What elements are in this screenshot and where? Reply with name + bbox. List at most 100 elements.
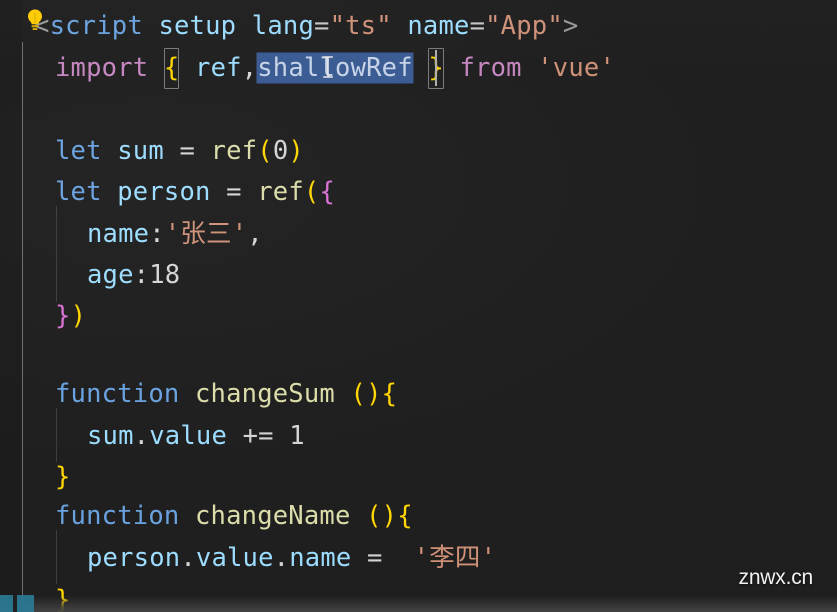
token: function [55, 501, 180, 531]
capture-bottom-band [0, 596, 837, 612]
token: . [273, 543, 290, 573]
token: { [164, 48, 180, 89]
token: "App" [485, 11, 563, 41]
code-line-12[interactable]: } [0, 457, 71, 498]
code-line-8[interactable]: }) [0, 296, 86, 337]
code-line-7[interactable]: age:18 [0, 255, 180, 296]
token: } [55, 301, 71, 331]
token: name [87, 219, 150, 249]
code-line-3[interactable] [0, 90, 55, 131]
token: { [381, 379, 398, 409]
token: () [350, 379, 382, 409]
code-line-2[interactable]: import { ref,shallowRef } from 'vue' [0, 48, 615, 89]
token: sum [87, 421, 134, 451]
token: , [247, 219, 263, 249]
token: += [242, 421, 274, 451]
code-line-11[interactable]: sum.value += 1 [0, 416, 305, 457]
lightbulb-icon[interactable] [24, 8, 46, 34]
token: age [87, 260, 134, 290]
token: = [469, 11, 486, 41]
screenshot-root: <script setup lang="ts" name="App"> impor… [0, 0, 837, 612]
token: { [319, 177, 336, 207]
code-line-13[interactable]: function changeName (){ [0, 496, 413, 537]
token: person [117, 177, 211, 207]
token: '李四' [413, 543, 497, 573]
capture-edge-chip [0, 595, 34, 612]
watermark: znwx.cn [738, 566, 814, 589]
token: name [289, 543, 352, 573]
token: } [55, 462, 71, 492]
code-line-10[interactable]: function changeSum (){ [0, 374, 397, 415]
token: . [133, 421, 150, 451]
token: sum [117, 136, 164, 166]
code-editor[interactable]: <script setup lang="ts" name="App"> impor… [0, 0, 837, 612]
token: lang [251, 11, 314, 41]
token: ) [288, 136, 304, 166]
token: . [180, 543, 196, 573]
token: : [149, 219, 165, 249]
token: ( [303, 177, 320, 207]
token: "ts" [329, 11, 392, 41]
code-line-9[interactable] [0, 337, 55, 378]
text-caret [435, 50, 437, 86]
token: name [407, 11, 470, 41]
token: let [55, 136, 102, 166]
token: '张三' [164, 219, 248, 249]
token: , [241, 53, 258, 83]
token: : [133, 260, 150, 290]
code-line-6[interactable]: name:'张三', [0, 214, 263, 255]
token: ref [210, 136, 258, 166]
token: = [179, 136, 196, 166]
token: setup [158, 11, 237, 41]
token: ( [257, 136, 273, 166]
token: let [55, 177, 102, 207]
token: 18 [149, 260, 181, 290]
token: ref [257, 177, 304, 207]
token: { [397, 501, 413, 531]
token: () [366, 501, 398, 531]
token: function [55, 379, 180, 409]
token: = [367, 543, 383, 573]
token: person [87, 543, 181, 573]
token: value [195, 543, 274, 573]
token: ref [195, 53, 242, 83]
code-line-1[interactable]: <script setup lang="ts" name="App"> [0, 6, 578, 47]
token: ) [70, 301, 87, 331]
token: shallowRef [257, 53, 413, 83]
token: changeName [194, 501, 351, 531]
token: changeSum [194, 379, 335, 409]
token: value [149, 421, 227, 451]
text-cursor-icon [322, 56, 334, 78]
code-line-5[interactable]: let person = ref({ [0, 172, 335, 213]
token: = [226, 177, 242, 207]
token: 1 [289, 421, 305, 451]
token: from [459, 53, 522, 83]
token: script [49, 11, 143, 41]
code-line-14[interactable]: person.value.name = '李四' [0, 538, 496, 579]
code-line-4[interactable]: let sum = ref(0) [0, 131, 304, 172]
token: = [314, 11, 330, 41]
token: 'vue' [537, 53, 616, 83]
token: 0 [272, 136, 289, 166]
